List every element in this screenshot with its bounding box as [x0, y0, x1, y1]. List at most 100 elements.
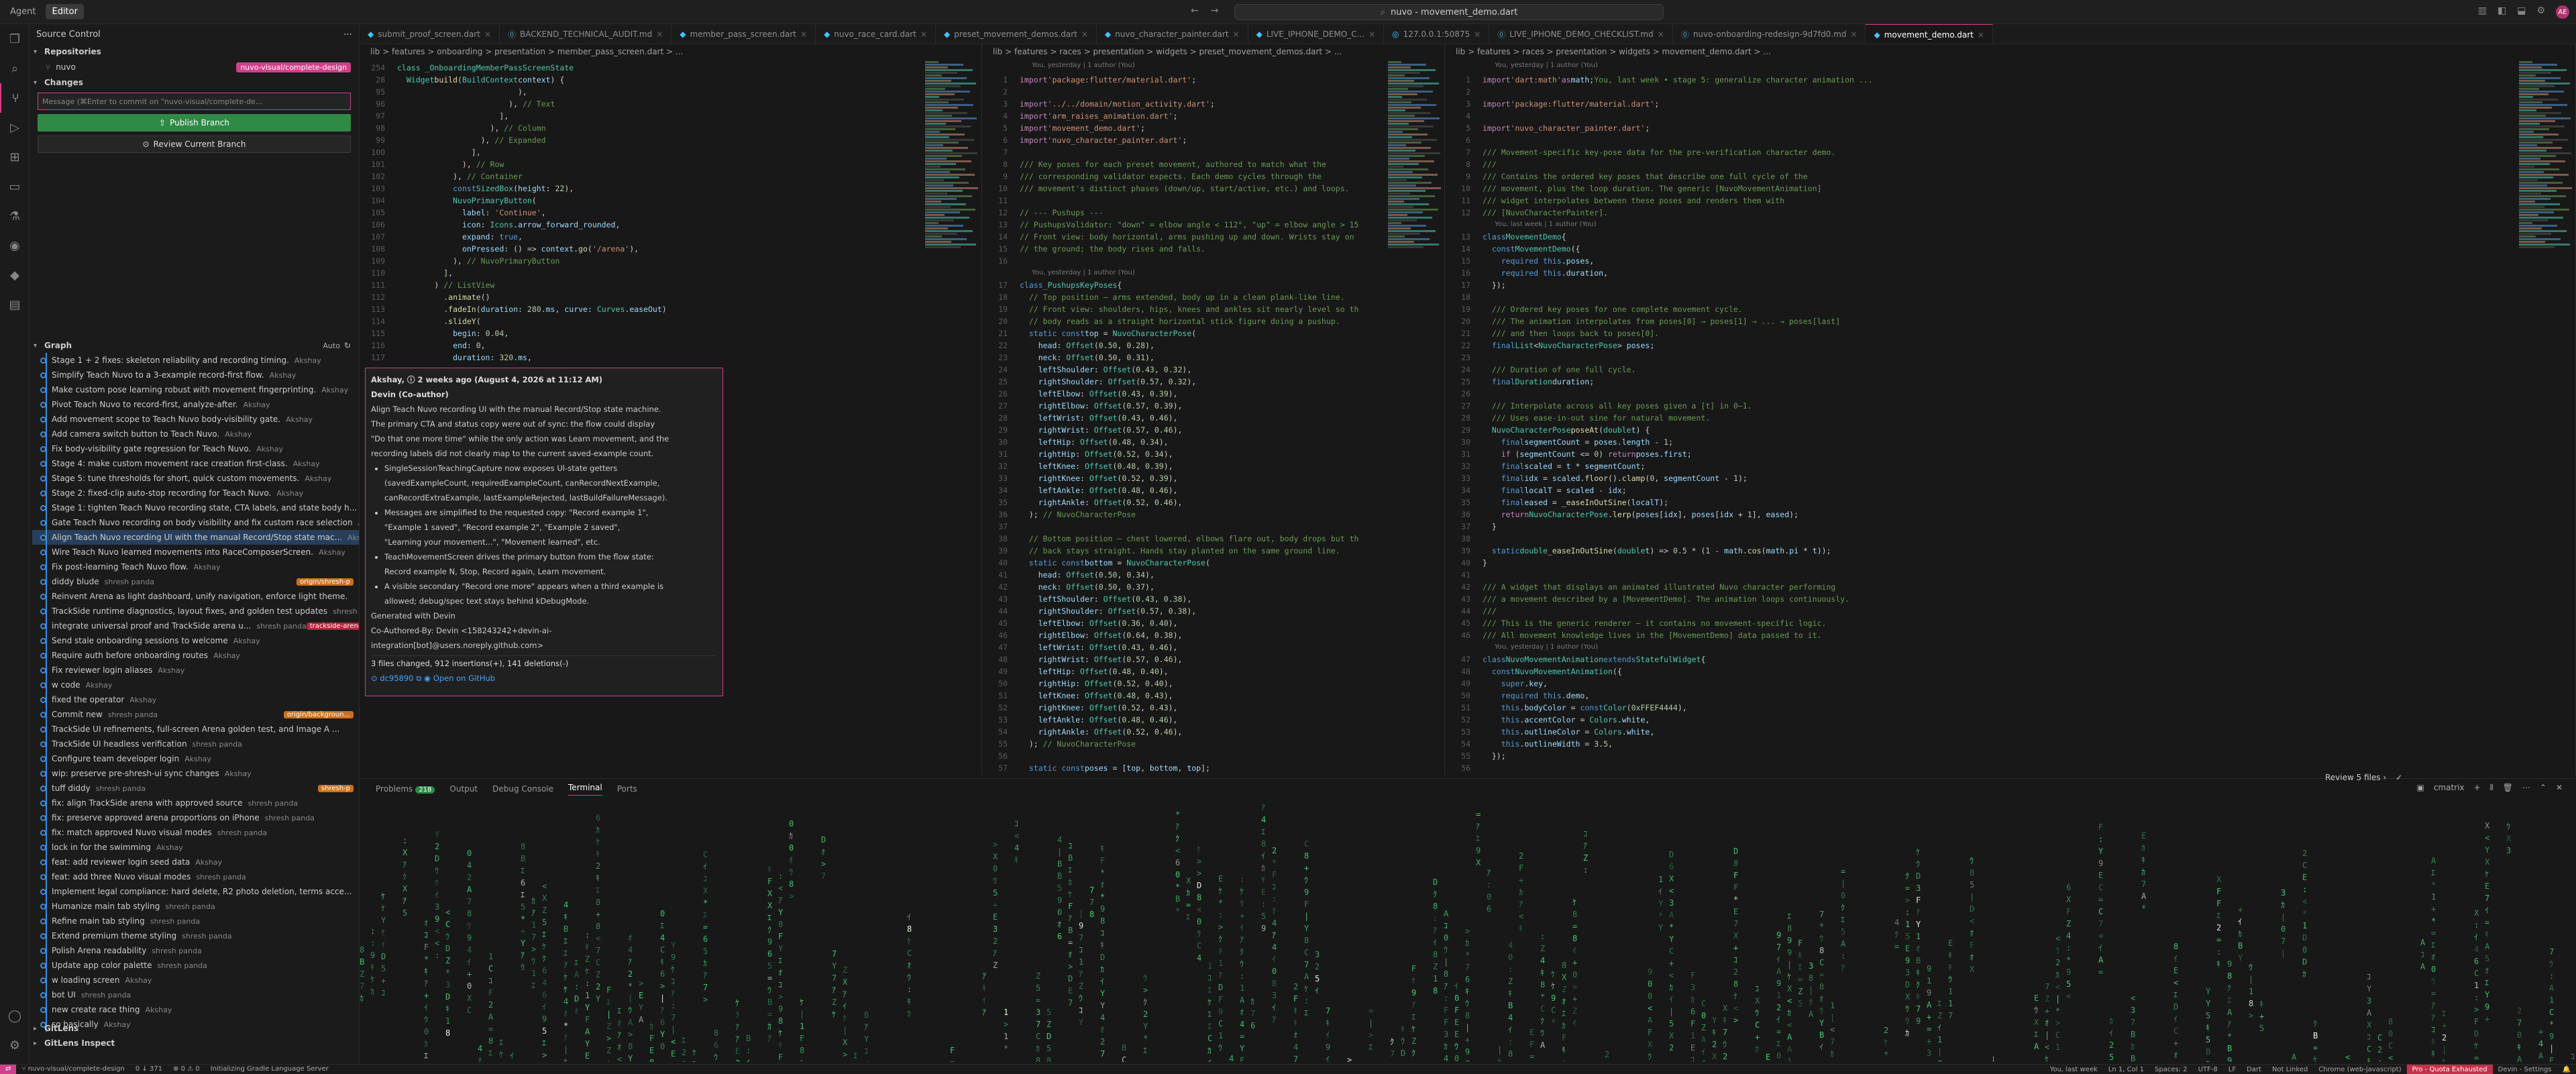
gitlens-icon[interactable]: ◉ — [0, 231, 30, 260]
editor-tab[interactable]: ◆ submit_proof_screen.dart × — [360, 24, 500, 44]
graph-commit-row[interactable]: Update app color palette shresh panda — [32, 958, 359, 973]
breadcrumb[interactable]: lib > features > onboarding > presentati… — [360, 44, 981, 59]
code-middle[interactable]: 1 import 'package:flutter/material.dart';… — [982, 71, 1444, 774]
close-icon[interactable]: × — [484, 30, 491, 39]
agent-mode-button[interactable]: Agent — [4, 4, 42, 19]
graph-commit-row[interactable]: Extend premium theme styling shresh panda — [32, 928, 359, 943]
editor-mode-button[interactable]: Editor — [46, 4, 84, 19]
editor-tab[interactable]: ◆ member_pass_screen.dart × — [672, 24, 816, 44]
editor-tab[interactable]: ◆ movement_demo.dart × — [1866, 24, 1993, 44]
eol-status[interactable]: LF — [2223, 1066, 2241, 1073]
close-icon[interactable]: × — [1368, 30, 1375, 39]
editor-tab[interactable]: ⓪ nuvo-onboarding-redesign-9d7fd0.md × — [1673, 24, 1866, 44]
codelens-blame[interactable]: You, yesterday | 1 author (You) — [982, 59, 1444, 71]
accounts-icon[interactable]: ◯ — [0, 1001, 30, 1030]
graph-commit-row[interactable]: Reinvent Arena as light dashboard, unify… — [32, 589, 359, 604]
close-icon[interactable]: × — [656, 30, 663, 39]
blame-status[interactable]: You, last week — [2045, 1066, 2103, 1073]
indent-status[interactable]: Spaces: 2 — [2149, 1066, 2193, 1073]
editor-tab[interactable]: ⓪ LIVE_IPHONE_DEMO_CHECKLIST.md × — [1489, 24, 1673, 44]
code-right[interactable]: 1 import 'dart:math' as math; You, last w… — [1445, 71, 2575, 775]
graph-commit-row[interactable]: wip: preserve pre-shresh-ui sync changes… — [32, 766, 359, 781]
repo-row[interactable]: ⑂ nuvo nuvo-visual/complete-design — [30, 59, 359, 75]
branch-tag[interactable]: shresh-p — [317, 784, 354, 792]
close-icon[interactable]: × — [1850, 30, 1857, 39]
graph-commit-row[interactable]: TrackSide UI refinements, full-screen Ar… — [32, 722, 359, 737]
docker-icon[interactable]: ▤ — [0, 290, 30, 319]
graph-commit-row[interactable]: fix: match approved Nuvo visual modes shr… — [32, 825, 359, 840]
remote-icon[interactable]: ▭ — [0, 172, 30, 201]
editor-tab[interactable]: ◆ nuvo_race_card.dart × — [816, 24, 936, 44]
graph-commit-row[interactable]: Pivot Teach Nuvo to record-first, analyz… — [32, 397, 359, 412]
extensions-icon[interactable]: ⊞ — [0, 142, 30, 172]
graph-commit-row[interactable]: feat: add three Nuvo visual modes shresh … — [32, 869, 359, 884]
commit-sha-link[interactable]: dc95890 — [380, 674, 413, 683]
close-icon[interactable]: × — [1081, 30, 1088, 39]
graph-commit-row[interactable]: Simplify Teach Nuvo to a 3-example recor… — [32, 368, 359, 382]
graph-commit-row[interactable]: integrate universal proof and TrackSide … — [32, 619, 359, 633]
graph-commit-row[interactable]: TrackSide UI headless verification shresh… — [32, 737, 359, 751]
language-status[interactable]: Dart — [2241, 1066, 2267, 1073]
graph-commit-row[interactable]: fixed the operator Akshay — [32, 692, 359, 707]
commit-message-input[interactable]: Message (⌘Enter to commit on "nuvo-visua… — [38, 93, 351, 110]
run-debug-icon[interactable]: ▷ — [0, 113, 30, 142]
close-icon[interactable]: × — [1978, 30, 1984, 40]
manage-icon[interactable]: ⚙ — [0, 1030, 30, 1060]
graph-commit-row[interactable]: Humanize main tab styling shresh panda — [32, 899, 359, 914]
layout-icon[interactable]: ▥ — [2478, 5, 2487, 19]
publish-branch-button[interactable]: ⇪ Publish Branch — [38, 114, 351, 131]
tab-output[interactable]: Output — [449, 784, 478, 794]
minimap-left[interactable] — [925, 60, 979, 731]
editor-tab[interactable]: ◆ preset_movement_demos.dart × — [936, 24, 1097, 44]
close-icon[interactable]: ✕ — [2556, 783, 2563, 793]
graph-commit-row[interactable]: Stage 4: make custom movement race creat… — [32, 456, 359, 471]
graph-filter[interactable]: Auto — [323, 341, 340, 350]
graph-commit-row[interactable]: Align Teach Nuvo recording UI with the m… — [32, 530, 359, 545]
graph-commit-row[interactable]: Make custom pose learning robust with mo… — [32, 382, 359, 397]
graph-commit-row[interactable]: bot UI shresh panda — [32, 987, 359, 1002]
graph-commit-row[interactable]: TrackSide runtime diagnostics, layout fi… — [32, 604, 359, 619]
device-status[interactable]: Chrome (web-javascript) — [2313, 1066, 2406, 1073]
cursor-position[interactable]: Ln 1, Col 1 — [2103, 1066, 2149, 1073]
tab-debug-console[interactable]: Debug Console — [492, 784, 553, 794]
more-icon[interactable]: ⋯ — [343, 30, 352, 40]
gitlens-inspect-section[interactable]: ▸ GitLens Inspect — [30, 1036, 359, 1051]
remote-indicator[interactable]: ⇄ — [0, 1064, 17, 1074]
split-icon[interactable]: ⫴ — [2490, 783, 2493, 793]
branch-tag[interactable]: origin/shresh-p — [297, 578, 354, 586]
breadcrumb[interactable]: lib > features > races > presentation > … — [982, 44, 1444, 59]
close-icon[interactable]: × — [920, 30, 927, 39]
graph-commit-row[interactable]: Add movement scope to Teach Nuvo body-vi… — [32, 412, 359, 427]
graph-commit-row[interactable]: Require auth before onboarding routes Aks… — [32, 648, 359, 663]
nav-arrows[interactable]: ←→ — [1191, 5, 1230, 16]
close-icon[interactable]: × — [1233, 30, 1240, 39]
close-icon[interactable]: × — [800, 30, 807, 39]
tab-ports[interactable]: Ports — [617, 784, 637, 794]
trash-icon[interactable]: 🗑 — [2503, 783, 2513, 793]
minimap-right[interactable] — [2519, 60, 2573, 731]
terminal-name[interactable]: cmatrix — [2434, 783, 2465, 793]
codelens-blame[interactable]: You, yesterday | 1 author (You) — [982, 267, 1444, 279]
branch-status[interactable]: ⑂ nuvo-visual/complete-design — [16, 1065, 129, 1073]
check-icon[interactable]: ✓ — [2396, 773, 2402, 782]
graph-commit-row[interactable]: Gate Teach Nuvo recording on body visibi… — [32, 515, 359, 530]
graph-commit-row[interactable]: w code Akshay — [32, 678, 359, 692]
refresh-icon[interactable]: ↻ — [344, 341, 351, 350]
search-icon[interactable]: ⌕ — [0, 54, 30, 83]
sidebar-toggle-icon[interactable]: ◧ — [2498, 5, 2506, 19]
codelens-blame[interactable]: You, yesterday | 1 author (You) — [1445, 641, 2575, 653]
source-control-icon[interactable]: ⑂ — [0, 83, 30, 113]
graph-commit-row[interactable]: tuff diddy shresh panda shresh-p — [32, 781, 359, 796]
breadcrumb[interactable]: lib > features > races > presentation > … — [1445, 44, 2575, 59]
explorer-icon[interactable]: ❐ — [0, 24, 30, 54]
codelens-blame[interactable]: You, last week | 1 author (You) — [1445, 219, 2575, 231]
graph-commit-row[interactable]: Refine main tab styling shresh panda — [32, 914, 359, 928]
graph-commit-row[interactable]: Implement legal compliance: hard delete,… — [32, 884, 359, 899]
graph-section[interactable]: ▾ Graph Auto ↻ — [30, 338, 359, 353]
terminal-output[interactable]: 8 B Z 7 ｶ::9 ｷｹｶｹｹ Y ｹｲ D 5 + ｺ: X ｱｸ X ｱ 5 ｵｺ F * ｷｱ + ｲｳ 0 ｶｴ Y… — [360, 802, 2576, 1062]
graph-commit-row[interactable]: Stage 1: tighten Teach Nuvo recording st… — [32, 500, 359, 515]
problems-status[interactable]: ⊗ 0 ⚠ 0 — [168, 1065, 205, 1073]
branch-tag[interactable]: trackside-arena — [306, 622, 359, 630]
maximize-icon[interactable]: ⌃ — [2540, 783, 2546, 793]
command-center[interactable]: ⌕ nuvo - movement_demo.dart — [1234, 4, 1664, 20]
